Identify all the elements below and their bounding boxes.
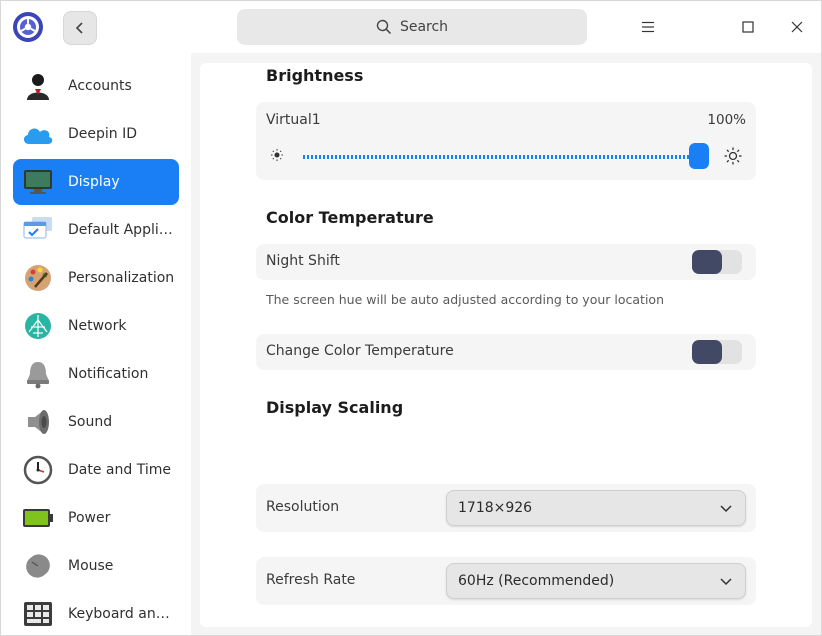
resolution-row: Resolution 1718×926 xyxy=(256,484,756,532)
resolution-label: Resolution xyxy=(266,499,340,515)
sidebar-item-accounts[interactable]: Accounts xyxy=(13,63,179,109)
chevron-down-icon xyxy=(720,505,732,513)
title-bar: Search xyxy=(1,1,821,53)
clock-icon xyxy=(21,453,55,487)
brightness-high-icon xyxy=(724,147,742,165)
network-icon xyxy=(21,309,55,343)
refresh-rate-value: 60Hz (Recommended) xyxy=(458,573,615,589)
back-button[interactable] xyxy=(63,11,97,45)
search-icon xyxy=(376,19,391,35)
sidebar-item-deepin-id[interactable]: Deepin ID xyxy=(13,111,179,157)
sidebar-item-date-and-time[interactable]: Date and Time xyxy=(13,447,179,493)
mouse-icon xyxy=(21,549,55,583)
hamburger-menu-icon xyxy=(642,21,654,33)
sidebar-item-display[interactable]: Display xyxy=(13,159,179,205)
refresh-rate-label: Refresh Rate xyxy=(266,572,356,588)
night-shift-label: Night Shift xyxy=(266,253,340,269)
chevron-left-icon xyxy=(75,22,83,34)
change-color-temperature-toggle[interactable] xyxy=(692,340,742,364)
change-color-temperature-label: Change Color Temperature xyxy=(266,343,454,359)
sidebar-item-notification[interactable]: Notification xyxy=(13,351,179,397)
battery-icon xyxy=(21,501,55,535)
maximize-button[interactable] xyxy=(736,15,760,39)
search-placeholder: Search xyxy=(399,19,449,35)
chevron-down-icon xyxy=(720,578,732,586)
close-icon xyxy=(791,21,803,33)
brightness-title: Brightness xyxy=(266,66,364,85)
resolution-value: 1718×926 xyxy=(458,500,533,516)
sidebar-item-network[interactable]: Network xyxy=(13,303,179,349)
cloud-icon xyxy=(21,117,55,151)
night-shift-row: Night Shift xyxy=(256,244,756,280)
display-icon xyxy=(21,165,55,199)
brightness-low-icon xyxy=(271,149,283,161)
night-shift-toggle[interactable] xyxy=(692,250,742,274)
change-color-temperature-toggle-knob xyxy=(692,340,722,364)
brightness-slider-track[interactable] xyxy=(303,155,709,159)
search-input[interactable]: Search xyxy=(237,9,587,45)
keyboard-icon xyxy=(21,597,55,631)
resolution-dropdown[interactable]: 1718×926 xyxy=(446,490,746,526)
sidebar-item-keyboard[interactable]: Keyboard and ... xyxy=(13,591,179,635)
refresh-rate-dropdown[interactable]: 60Hz (Recommended) xyxy=(446,563,746,599)
display-settings-panel: Brightness Virtual1 100% Color Temperatu… xyxy=(200,63,812,627)
accounts-icon xyxy=(21,69,55,103)
close-button[interactable] xyxy=(785,15,809,39)
maximize-icon xyxy=(742,21,754,33)
monitor-name: Virtual1 xyxy=(266,112,321,128)
color-temperature-title: Color Temperature xyxy=(266,208,434,227)
settings-window: Search Accounts Deepin ID Display Defaul… xyxy=(0,0,822,636)
control-center-logo-icon xyxy=(12,11,44,43)
brightness-card: Virtual1 100% xyxy=(256,102,756,180)
sidebar-item-default-applications[interactable]: Default Applic... xyxy=(13,207,179,253)
brightness-slider-handle[interactable] xyxy=(689,143,709,169)
speaker-icon xyxy=(21,405,55,439)
brightness-value: 100% xyxy=(707,112,746,128)
sidebar-item-sound[interactable]: Sound xyxy=(13,399,179,445)
change-color-temperature-row: Change Color Temperature xyxy=(256,334,756,370)
night-shift-hint: The screen hue will be auto adjusted acc… xyxy=(266,292,664,307)
sidebar-item-mouse[interactable]: Mouse xyxy=(13,543,179,589)
sidebar-item-power[interactable]: Power xyxy=(13,495,179,541)
menu-button[interactable] xyxy=(636,15,660,39)
palette-icon xyxy=(21,261,55,295)
bell-icon xyxy=(21,357,55,391)
default-apps-icon xyxy=(21,213,55,247)
refresh-rate-row: Refresh Rate 60Hz (Recommended) xyxy=(256,557,756,605)
sidebar-item-personalization[interactable]: Personalization xyxy=(13,255,179,301)
display-scaling-title: Display Scaling xyxy=(266,398,404,417)
night-shift-toggle-knob xyxy=(692,250,722,274)
sidebar: Accounts Deepin ID Display Default Appli… xyxy=(1,53,191,635)
